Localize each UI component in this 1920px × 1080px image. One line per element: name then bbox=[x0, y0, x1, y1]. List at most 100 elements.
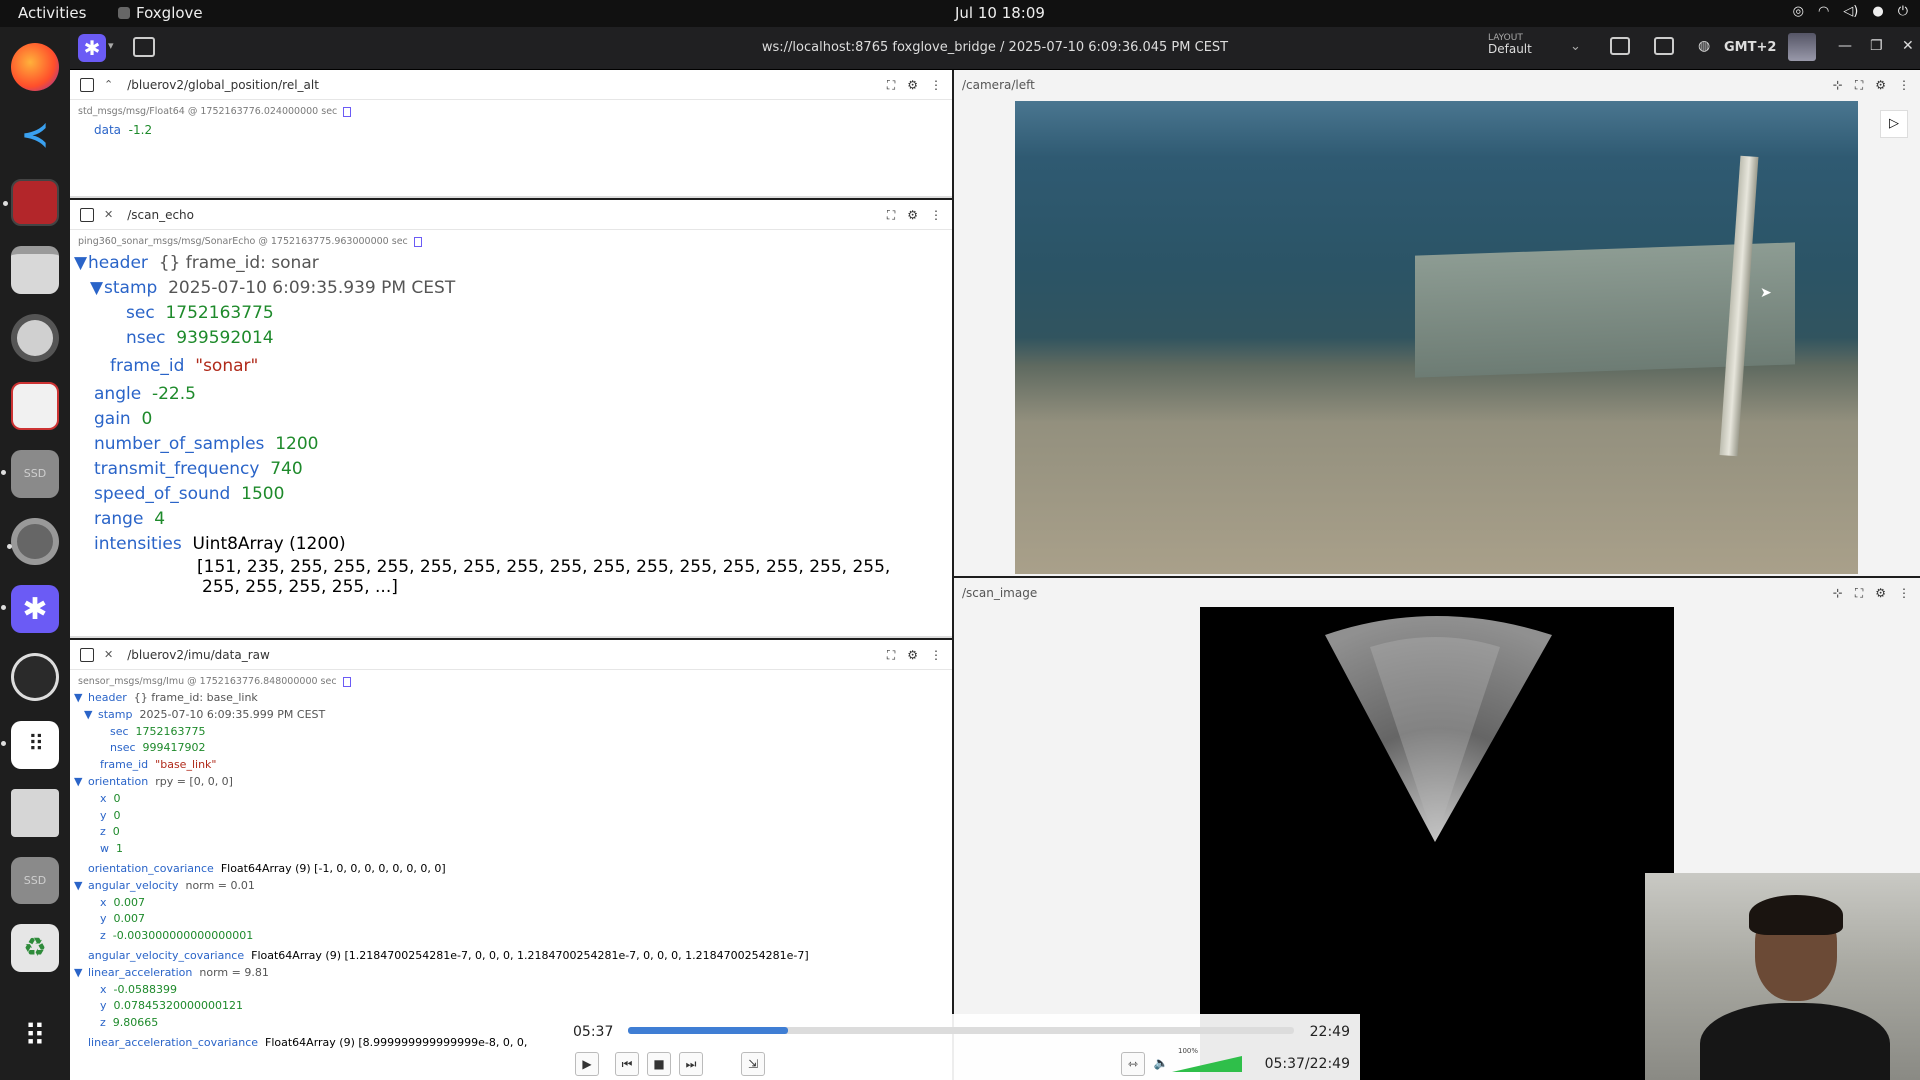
minimize-icon[interactable]: — bbox=[1838, 38, 1852, 54]
close-icon[interactable]: ✕ bbox=[1902, 38, 1914, 54]
gear-icon[interactable]: ⚙ bbox=[1875, 586, 1886, 601]
document-viewer-icon[interactable] bbox=[11, 382, 59, 430]
obs-icon[interactable] bbox=[11, 653, 59, 702]
trash-icon[interactable]: ♻ bbox=[11, 924, 59, 973]
fullscreen-icon[interactable]: ⛶ bbox=[887, 648, 895, 663]
copy-icon[interactable] bbox=[413, 236, 422, 247]
expand-triangle-icon[interactable]: ▼ bbox=[74, 878, 88, 895]
activities-button[interactable]: Activities bbox=[18, 4, 86, 22]
expand-collapse-icon[interactable]: ✕ bbox=[104, 208, 113, 221]
expand-triangle-icon[interactable]: ▼ bbox=[74, 251, 88, 276]
avatar[interactable] bbox=[1788, 33, 1816, 61]
gear-icon[interactable]: ⚙ bbox=[907, 78, 918, 93]
expand-triangle-icon[interactable]: ▼ bbox=[90, 276, 104, 301]
camera-image[interactable]: ➤ bbox=[1015, 101, 1858, 574]
network-status-icon[interactable]: ◎ bbox=[1793, 4, 1804, 19]
sonar-scan-image[interactable] bbox=[1200, 607, 1674, 1080]
topic-path[interactable]: /camera/left bbox=[962, 78, 1035, 92]
more-icon[interactable]: ⋮ bbox=[930, 78, 942, 93]
power-icon[interactable]: ⏻ bbox=[1898, 4, 1908, 19]
app-icon[interactable] bbox=[3, 178, 59, 227]
tree-row-orientation-covariance: orientation_covariance Float64Array (9) … bbox=[74, 861, 952, 878]
play-icon[interactable]: ▶ bbox=[575, 1052, 599, 1076]
message-tree: ▼ header {} frame_id: base_link ▼ stamp 20… bbox=[70, 687, 952, 1052]
tree-row-stamp[interactable]: ▼ stamp 2025-07-10 6:09:35.999 PM CEST bbox=[74, 707, 952, 724]
gear-icon[interactable]: ⚙ bbox=[1875, 78, 1886, 93]
tree-row-orientation[interactable]: ▼ orientation rpy = [0, 0, 0] bbox=[74, 774, 952, 791]
maximize-icon[interactable]: ❐ bbox=[1870, 38, 1883, 54]
field-value: 1752163775 bbox=[135, 724, 206, 738]
ssd-drive-icon[interactable]: SSD bbox=[11, 856, 59, 905]
skip-forward-icon[interactable]: ⏭ bbox=[679, 1052, 703, 1076]
tree-row-header[interactable]: ▼ header {} frame_id: base_link bbox=[74, 690, 952, 707]
gear-icon[interactable]: ⚙ bbox=[907, 208, 918, 223]
copy-icon[interactable] bbox=[80, 647, 94, 662]
tree-row-stamp[interactable]: ▼stamp 2025-07-10 6:09:35.939 PM CEST bbox=[74, 276, 952, 301]
field-key: angle bbox=[94, 384, 142, 404]
more-icon[interactable]: ⋮ bbox=[930, 208, 942, 223]
volume-icon[interactable]: 🔈 bbox=[1149, 1052, 1173, 1076]
tree-row-linear-acceleration[interactable]: ▼ linear_acceleration norm = 9.81 bbox=[74, 965, 952, 982]
foxglove-icon[interactable]: ✱ bbox=[1, 585, 59, 634]
volume-slider[interactable] bbox=[1172, 1056, 1242, 1072]
stop-icon[interactable]: ■ bbox=[647, 1052, 671, 1076]
skip-back-icon[interactable]: ⏮ bbox=[615, 1052, 639, 1076]
microphone-icon[interactable]: ● bbox=[1872, 4, 1883, 19]
expand-collapse-icon[interactable]: ⌃ bbox=[104, 78, 113, 91]
fit-width-icon[interactable]: ⇿ bbox=[1121, 1052, 1145, 1076]
vscode-icon[interactable]: ≺ bbox=[11, 110, 59, 159]
right-sidebar-toggle-icon[interactable] bbox=[1654, 37, 1674, 55]
expand-triangle-icon[interactable]: ▼ bbox=[74, 690, 88, 707]
launcher-dots-icon[interactable]: ⠿ bbox=[1, 721, 59, 769]
copy-icon[interactable] bbox=[343, 106, 352, 117]
timezone-button[interactable]: GMT+2 bbox=[1724, 40, 1776, 55]
topic-path[interactable]: /bluerov2/imu/data_raw bbox=[127, 648, 270, 662]
more-icon[interactable]: ⋮ bbox=[1898, 586, 1910, 601]
fullscreen-icon[interactable]: ⛶ bbox=[1855, 586, 1863, 601]
text-file-icon[interactable] bbox=[11, 788, 59, 837]
split-icon[interactable]: ⊹ bbox=[1833, 78, 1843, 93]
disk-utility-icon[interactable] bbox=[11, 314, 59, 363]
tree-row-orientation-y: y 0 bbox=[74, 808, 952, 825]
split-icon[interactable]: ⊹ bbox=[1833, 586, 1843, 601]
tree-row-angle: angle -22.5 bbox=[74, 382, 952, 407]
expand-triangle-icon[interactable]: ▼ bbox=[74, 965, 88, 982]
ssd-drive-icon[interactable]: SSD bbox=[1, 449, 59, 498]
left-sidebar-toggle-icon[interactable] bbox=[1610, 37, 1630, 55]
fullscreen-icon[interactable]: ⛶ bbox=[887, 78, 895, 93]
wifi-icon[interactable]: ◠ bbox=[1818, 4, 1829, 19]
copy-icon[interactable] bbox=[342, 676, 351, 687]
topic-path[interactable]: /scan_echo bbox=[127, 208, 194, 222]
tree-row-sec: sec 1752163775 bbox=[74, 724, 952, 741]
topic-path[interactable]: /scan_image bbox=[962, 586, 1037, 600]
more-icon[interactable]: ⋮ bbox=[930, 648, 942, 663]
more-icon[interactable]: ⋮ bbox=[1898, 78, 1910, 93]
expand-triangle-icon[interactable]: ▼ bbox=[84, 707, 98, 724]
clock[interactable]: Jul 10 18:09 bbox=[955, 4, 1045, 22]
tree-row-angular-velocity[interactable]: ▼ angular_velocity norm = 0.01 bbox=[74, 878, 952, 895]
globe-icon[interactable]: ◍ bbox=[1698, 38, 1710, 54]
volume-icon[interactable]: ◁) bbox=[1843, 4, 1858, 19]
seek-bar[interactable] bbox=[628, 1027, 1294, 1034]
firefox-icon[interactable] bbox=[11, 43, 59, 91]
topic-path[interactable]: /bluerov2/global_position/rel_alt bbox=[127, 78, 319, 92]
tree-row-header[interactable]: ▼header {} frame_id: sonar bbox=[74, 251, 952, 276]
fullscreen-icon[interactable]: ⛶ bbox=[887, 208, 895, 223]
app-menu[interactable]: Foxglove bbox=[118, 4, 203, 22]
field-value: Float64Array (9) [8.999999999999999e-8, … bbox=[265, 1035, 528, 1049]
chevron-down-icon[interactable]: ⌄ bbox=[1570, 39, 1581, 54]
play-sidebar-icon[interactable]: ▷ bbox=[1880, 110, 1908, 138]
copy-icon[interactable] bbox=[80, 77, 94, 92]
layout-selector[interactable]: LAYOUT Default bbox=[1488, 33, 1532, 55]
system-tray[interactable]: ◎ ◠ ◁) ● ⏻ bbox=[1793, 4, 1908, 19]
gear-icon[interactable]: ⚙ bbox=[907, 648, 918, 663]
fullscreen-exit-icon[interactable]: ⇲ bbox=[741, 1052, 765, 1076]
show-apps-icon[interactable]: ⠿ bbox=[11, 1012, 59, 1060]
settings-icon[interactable] bbox=[7, 517, 59, 566]
copy-icon[interactable] bbox=[80, 207, 94, 222]
files-icon[interactable] bbox=[11, 246, 59, 295]
expand-triangle-icon[interactable]: ▼ bbox=[74, 774, 88, 791]
tree-row-nsec: nsec 999417902 bbox=[74, 740, 952, 757]
expand-collapse-icon[interactable]: ✕ bbox=[104, 648, 113, 661]
fullscreen-icon[interactable]: ⛶ bbox=[1855, 78, 1863, 93]
